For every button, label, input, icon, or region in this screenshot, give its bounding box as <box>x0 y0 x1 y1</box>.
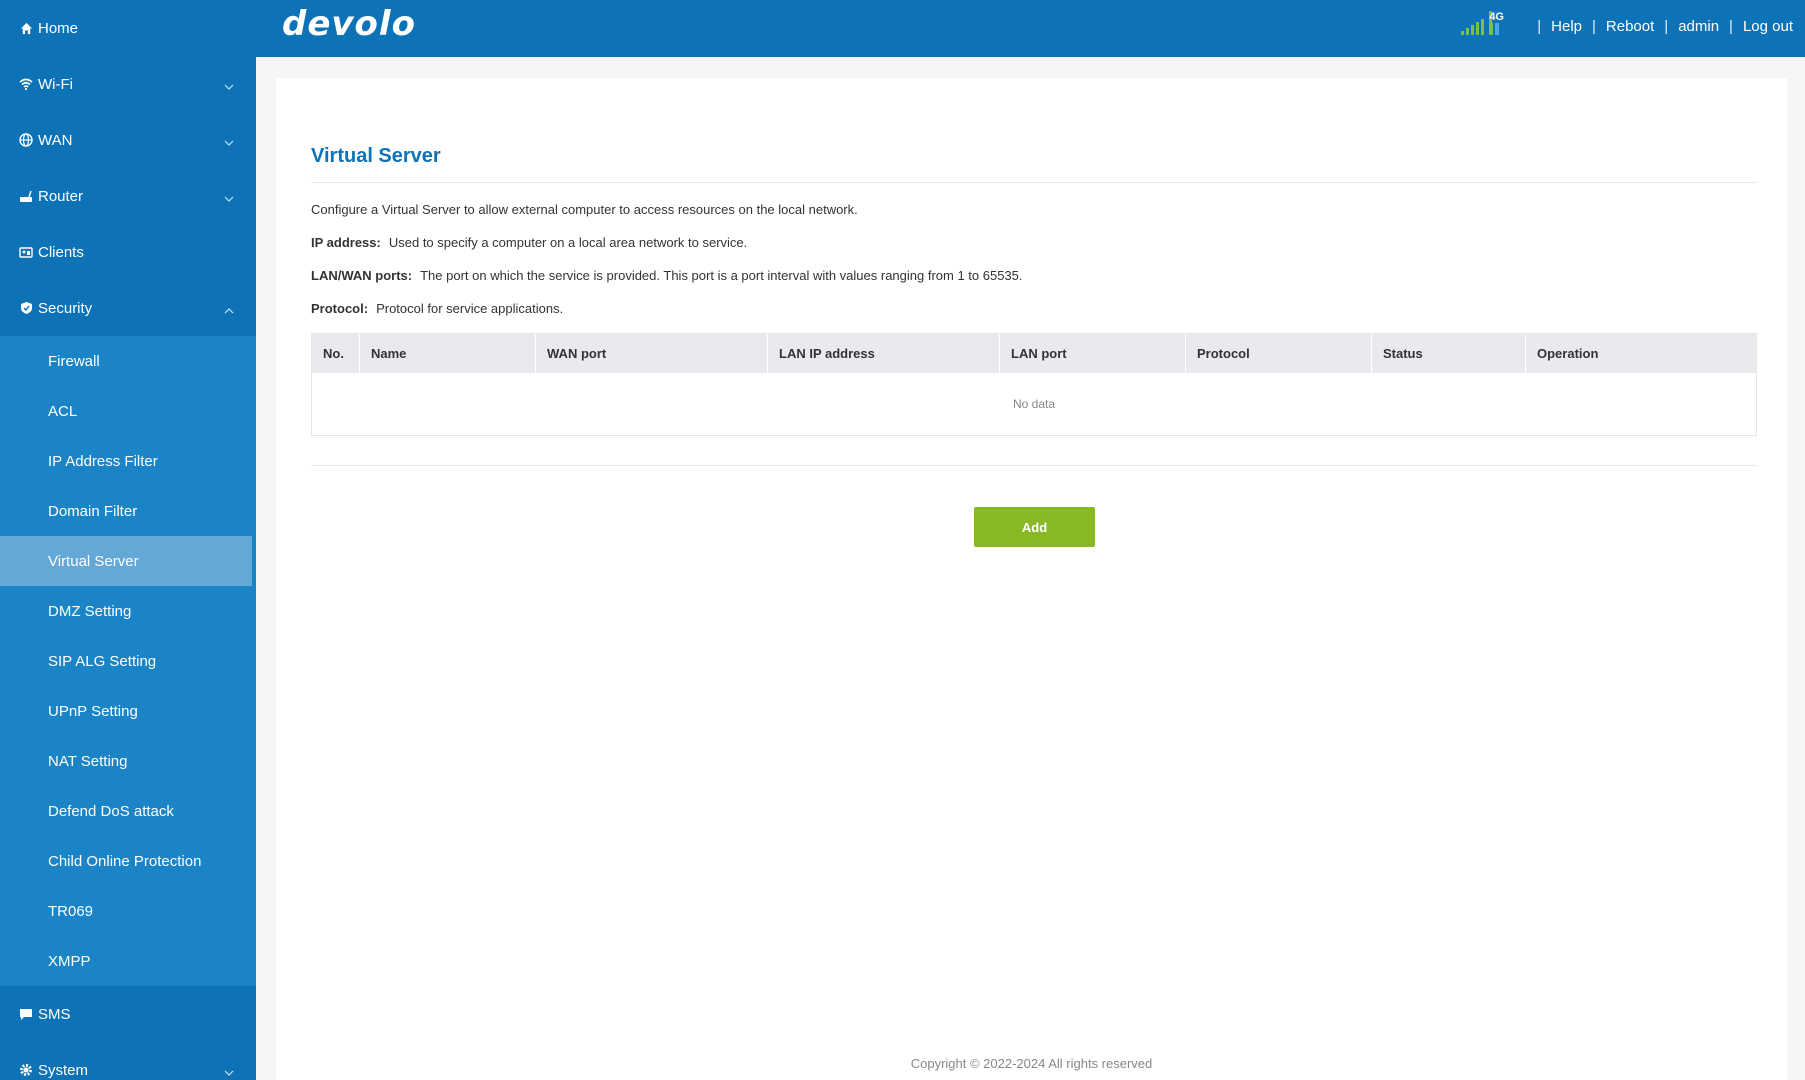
definition-text: The port on which the service is provide… <box>420 268 1023 283</box>
definition-term: IP address: <box>311 235 381 250</box>
header-links: 4G | Help | Reboot | admin | Log out <box>1461 0 1793 52</box>
chevron-down-icon <box>224 133 234 150</box>
sidebar-item-label: SMS <box>38 1005 71 1023</box>
sidebar-item-label: WAN <box>38 131 73 149</box>
submenu-item-virtual-server[interactable]: Virtual Server <box>0 536 256 586</box>
column-header-name: Name <box>360 334 536 373</box>
network-type-badge: 4G <box>1489 11 1504 23</box>
chevron-down-icon <box>224 77 234 94</box>
definition-term: Protocol: <box>311 301 369 316</box>
submenu-item-xmpp[interactable]: XMPP <box>0 936 256 986</box>
column-header-protocol: Protocol <box>1186 334 1372 373</box>
shield-icon <box>19 301 33 315</box>
submenu-item-dmz-setting[interactable]: DMZ Setting <box>0 586 256 636</box>
definition-ip-address: IP address: Used to specify a computer on… <box>311 235 747 250</box>
clients-icon <box>19 245 33 259</box>
globe-icon <box>19 133 33 147</box>
virtual-server-table: No. Name WAN port LAN IP address LAN por… <box>311 333 1757 436</box>
definition-text: Protocol for service applications. <box>376 301 564 316</box>
chevron-down-icon <box>224 1063 234 1080</box>
divider <box>311 465 1757 466</box>
sidebar-item-sms[interactable]: SMS <box>0 986 256 1042</box>
sms-icon <box>19 1007 33 1021</box>
definition-protocol: Protocol: Protocol for service applicatio… <box>311 301 563 316</box>
content-panel: Virtual Server Configure a Virtual Serve… <box>276 78 1787 1080</box>
definition-term: LAN/WAN ports: <box>311 268 413 283</box>
submenu-item-ip-address-filter[interactable]: IP Address Filter <box>0 436 256 486</box>
column-header-operation: Operation <box>1537 346 1599 361</box>
sidebar-item-label: Home <box>38 19 79 37</box>
submenu-item-upnp-setting[interactable]: UPnP Setting <box>0 686 256 736</box>
column-header-lan-port: LAN port <box>1000 334 1186 373</box>
submenu-item-sip-alg-setting[interactable]: SIP ALG Setting <box>0 636 256 686</box>
gear-icon <box>19 1063 33 1077</box>
copyright-footer: Copyright © 2022-2024 All rights reserve… <box>910 1056 1153 1071</box>
submenu-item-nat-setting[interactable]: NAT Setting <box>0 736 256 786</box>
separator: | <box>1592 17 1596 35</box>
logout-link[interactable]: Log out <box>1743 18 1793 35</box>
add-button[interactable]: Add <box>974 507 1095 547</box>
sidebar-item-label: Security <box>38 299 93 317</box>
column-header-no: No. <box>312 334 360 373</box>
definition-ports: LAN/WAN ports: The port on which the serv… <box>311 268 1023 283</box>
sidebar-item-label: Wi-Fi <box>38 75 73 93</box>
sidebar-item-home[interactable]: Home <box>0 0 256 56</box>
table-empty-state: No data <box>1012 396 1056 411</box>
sidebar: Home Wi-Fi WAN Router Clients Security F… <box>0 0 256 1080</box>
signal-strength-icon: 4G <box>1461 11 1504 35</box>
sidebar-item-wan[interactable]: WAN <box>0 112 256 168</box>
sidebar-item-label: Clients <box>38 243 84 261</box>
sidebar-item-label: System <box>38 1061 89 1079</box>
submenu-item-defend-dos[interactable]: Defend DoS attack <box>0 786 256 836</box>
separator: | <box>1664 17 1669 35</box>
column-header-lan-ip: LAN IP address <box>768 334 1000 373</box>
sidebar-item-router[interactable]: Router <box>0 168 256 224</box>
devolo-logo: devolo <box>282 4 416 44</box>
separator: | <box>1729 17 1733 35</box>
router-icon <box>19 189 33 203</box>
sidebar-item-system[interactable]: System <box>0 1042 256 1080</box>
submenu-item-child-online-protection[interactable]: Child Online Protection <box>0 836 256 886</box>
security-submenu: Firewall ACL IP Address Filter Domain Fi… <box>0 336 256 986</box>
submenu-item-acl[interactable]: ACL <box>0 386 256 436</box>
wifi-icon <box>19 77 33 91</box>
submenu-item-domain-filter[interactable]: Domain Filter <box>0 486 256 536</box>
definition-text: Used to specify a computer on a local ar… <box>388 235 748 250</box>
sidebar-item-wifi[interactable]: Wi-Fi <box>0 56 256 112</box>
column-header-status: Status <box>1372 334 1526 373</box>
sidebar-item-clients[interactable]: Clients <box>0 224 256 280</box>
reboot-link[interactable]: Reboot <box>1606 18 1654 35</box>
sidebar-item-security[interactable]: Security <box>0 280 256 336</box>
help-link[interactable]: Help <box>1551 18 1582 35</box>
home-icon <box>19 21 33 35</box>
separator: | <box>1537 17 1542 35</box>
page-title: Virtual Server <box>311 145 441 167</box>
user-admin-link[interactable]: admin <box>1678 18 1719 35</box>
column-header-wan-port: WAN port <box>536 334 768 373</box>
table-header: No. Name WAN port LAN IP address LAN por… <box>312 334 1756 373</box>
intro-text: Configure a Virtual Server to allow exte… <box>311 202 858 217</box>
chevron-down-icon <box>224 189 234 206</box>
chevron-up-icon <box>224 301 234 318</box>
sidebar-item-label: Router <box>38 187 84 205</box>
submenu-item-tr069[interactable]: TR069 <box>0 886 256 936</box>
top-bar: devolo 4G | Help | Reboot | admin | Log … <box>256 0 1805 57</box>
submenu-item-firewall[interactable]: Firewall <box>0 336 256 386</box>
divider <box>311 182 1757 183</box>
